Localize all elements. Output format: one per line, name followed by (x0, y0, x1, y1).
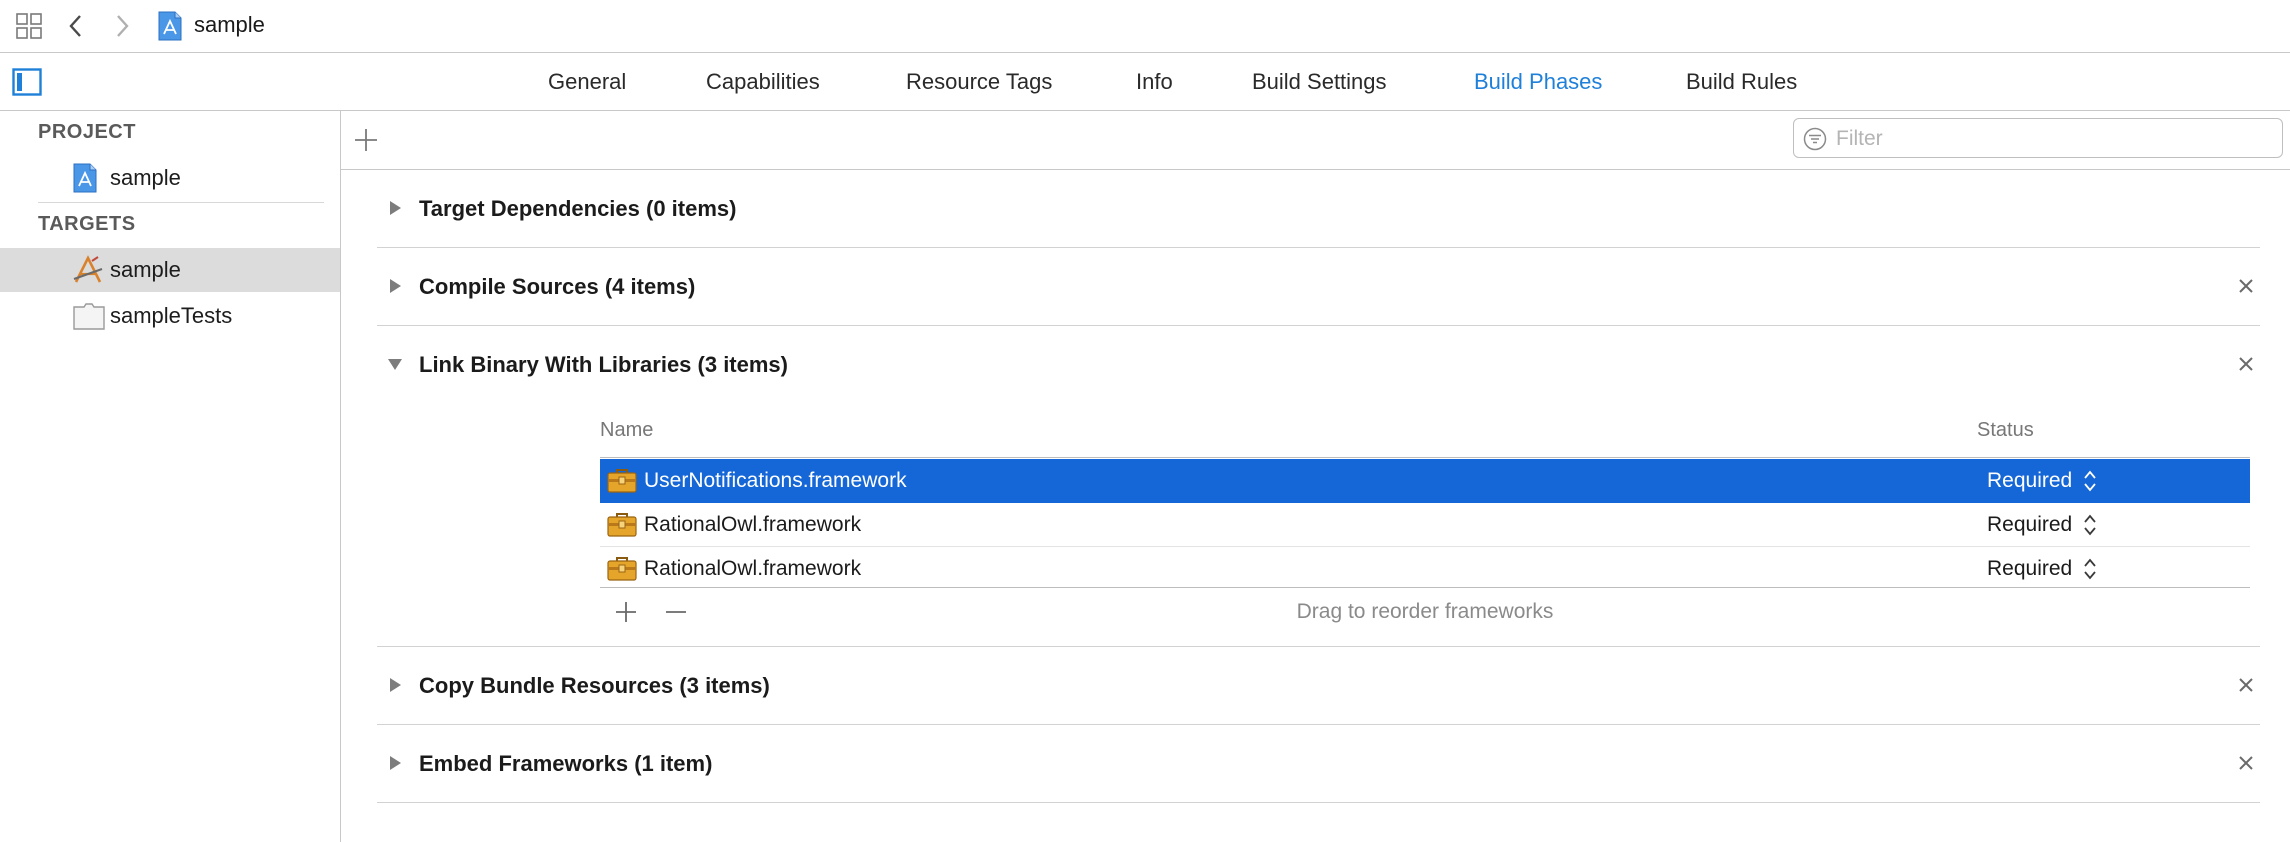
disclosure-triangle-collapsed-icon[interactable] (387, 278, 403, 294)
delete-phase-close-icon[interactable] (2236, 354, 2256, 374)
delete-phase-close-icon[interactable] (2236, 276, 2256, 296)
tab-general[interactable]: General (548, 53, 626, 110)
phase-compile-sources: Compile Sources (4 items) (377, 248, 2260, 326)
phase-header[interactable]: Copy Bundle Resources (3 items) (377, 647, 2260, 724)
disclosure-triangle-collapsed-icon[interactable] (387, 755, 403, 771)
related-items-icon[interactable] (12, 0, 46, 52)
app-target-icon (72, 255, 104, 285)
disclosure-triangle-collapsed-icon[interactable] (387, 200, 403, 216)
filter-field[interactable] (1793, 118, 2283, 158)
tab-build-phases[interactable]: Build Phases (1474, 53, 1602, 110)
editor-tab-bar: General Capabilities Resource Tags Info … (0, 53, 2290, 111)
add-build-phase-button[interactable] (353, 127, 379, 153)
table-row[interactable]: RationalOwl.framework Required (600, 547, 2250, 590)
framework-name: RationalOwl.framework (644, 513, 862, 536)
test-bundle-icon (72, 301, 105, 331)
tab-resource-tags[interactable]: Resource Tags (906, 53, 1052, 110)
navigator-toggle-icon[interactable] (12, 68, 42, 96)
framework-toolbox-icon (607, 555, 637, 581)
phase-embed-frameworks: Embed Frameworks (1 item) (377, 725, 2260, 803)
back-chevron-icon[interactable] (62, 0, 90, 52)
sidebar-item-label: sample (110, 165, 181, 190)
tab-build-rules[interactable]: Build Rules (1686, 53, 1797, 110)
phase-title: Target Dependencies (0 items) (419, 196, 737, 221)
disclosure-triangle-collapsed-icon[interactable] (387, 677, 403, 693)
framework-toolbox-icon (607, 467, 637, 493)
phase-copy-bundle-resources: Copy Bundle Resources (3 items) (377, 647, 2260, 725)
phase-title: Compile Sources (4 items) (419, 274, 696, 299)
status-popup[interactable]: Required (1987, 547, 2072, 590)
sidebar-item-target-sampletests[interactable]: sampleTests (0, 294, 340, 338)
phase-header[interactable]: Target Dependencies (0 items) (377, 170, 2260, 247)
project-file-icon (72, 163, 104, 193)
table-header-divider (600, 457, 2250, 458)
forward-chevron-icon[interactable] (108, 0, 136, 52)
sidebar-item-project-sample[interactable]: sample (0, 156, 340, 200)
filter-icon (1803, 127, 1827, 151)
disclosure-triangle-expanded-icon[interactable] (387, 356, 403, 372)
column-header-name[interactable]: Name (600, 403, 653, 457)
framework-toolbox-icon (607, 511, 637, 537)
project-file-icon[interactable] (156, 0, 184, 52)
sidebar-item-label: sample (110, 257, 181, 282)
phase-title: Copy Bundle Resources (3 items) (419, 673, 770, 698)
phase-title: Embed Frameworks (1 item) (419, 751, 713, 776)
framework-name: RationalOwl.framework (644, 557, 862, 580)
status-popup[interactable]: Required (1987, 459, 2072, 502)
phase-header[interactable]: Embed Frameworks (1 item) (377, 725, 2260, 802)
phase-header[interactable]: Link Binary With Libraries (3 items) (377, 326, 2260, 403)
sidebar-item-target-sample[interactable]: sample (0, 248, 340, 292)
libraries-table-footer: Drag to reorder frameworks (600, 587, 2250, 636)
project-section-header: PROJECT (38, 121, 136, 143)
phases-toolbar (341, 111, 2290, 170)
targets-section-header: TARGETS (38, 213, 136, 235)
build-phases-editor: Target Dependencies (0 items) Compile So… (341, 111, 2290, 842)
phase-link-binary-with-libraries: Link Binary With Libraries (3 items) Nam… (377, 326, 2260, 647)
table-row[interactable]: RationalOwl.framework Required (600, 503, 2250, 547)
popup-stepper-arrows-icon[interactable] (2083, 513, 2097, 537)
jump-bar: sample (0, 0, 2290, 53)
delete-phase-close-icon[interactable] (2236, 675, 2256, 695)
phase-title: Link Binary With Libraries (3 items) (419, 352, 788, 377)
framework-name: UserNotifications.framework (644, 469, 907, 492)
tab-capabilities[interactable]: Capabilities (706, 53, 820, 110)
tab-info[interactable]: Info (1136, 53, 1173, 110)
popup-stepper-arrows-icon[interactable] (2083, 469, 2097, 493)
project-title[interactable]: sample (194, 0, 265, 50)
project-target-sidebar: PROJECT sample TARGETS sample sampleTest… (0, 111, 341, 842)
tab-build-settings[interactable]: Build Settings (1252, 53, 1387, 110)
phase-header[interactable]: Compile Sources (4 items) (377, 248, 2260, 325)
table-row[interactable]: UserNotifications.framework Required (600, 459, 2250, 503)
popup-stepper-arrows-icon[interactable] (2083, 557, 2097, 581)
sidebar-divider (38, 202, 324, 203)
drag-reorder-hint: Drag to reorder frameworks (1296, 600, 1554, 623)
filter-input[interactable] (1834, 123, 2278, 155)
phase-target-dependencies: Target Dependencies (0 items) (377, 170, 2260, 248)
delete-phase-close-icon[interactable] (2236, 753, 2256, 773)
status-popup[interactable]: Required (1987, 503, 2072, 546)
sidebar-item-label: sampleTests (110, 303, 233, 328)
column-header-status[interactable]: Status (1977, 403, 2034, 457)
